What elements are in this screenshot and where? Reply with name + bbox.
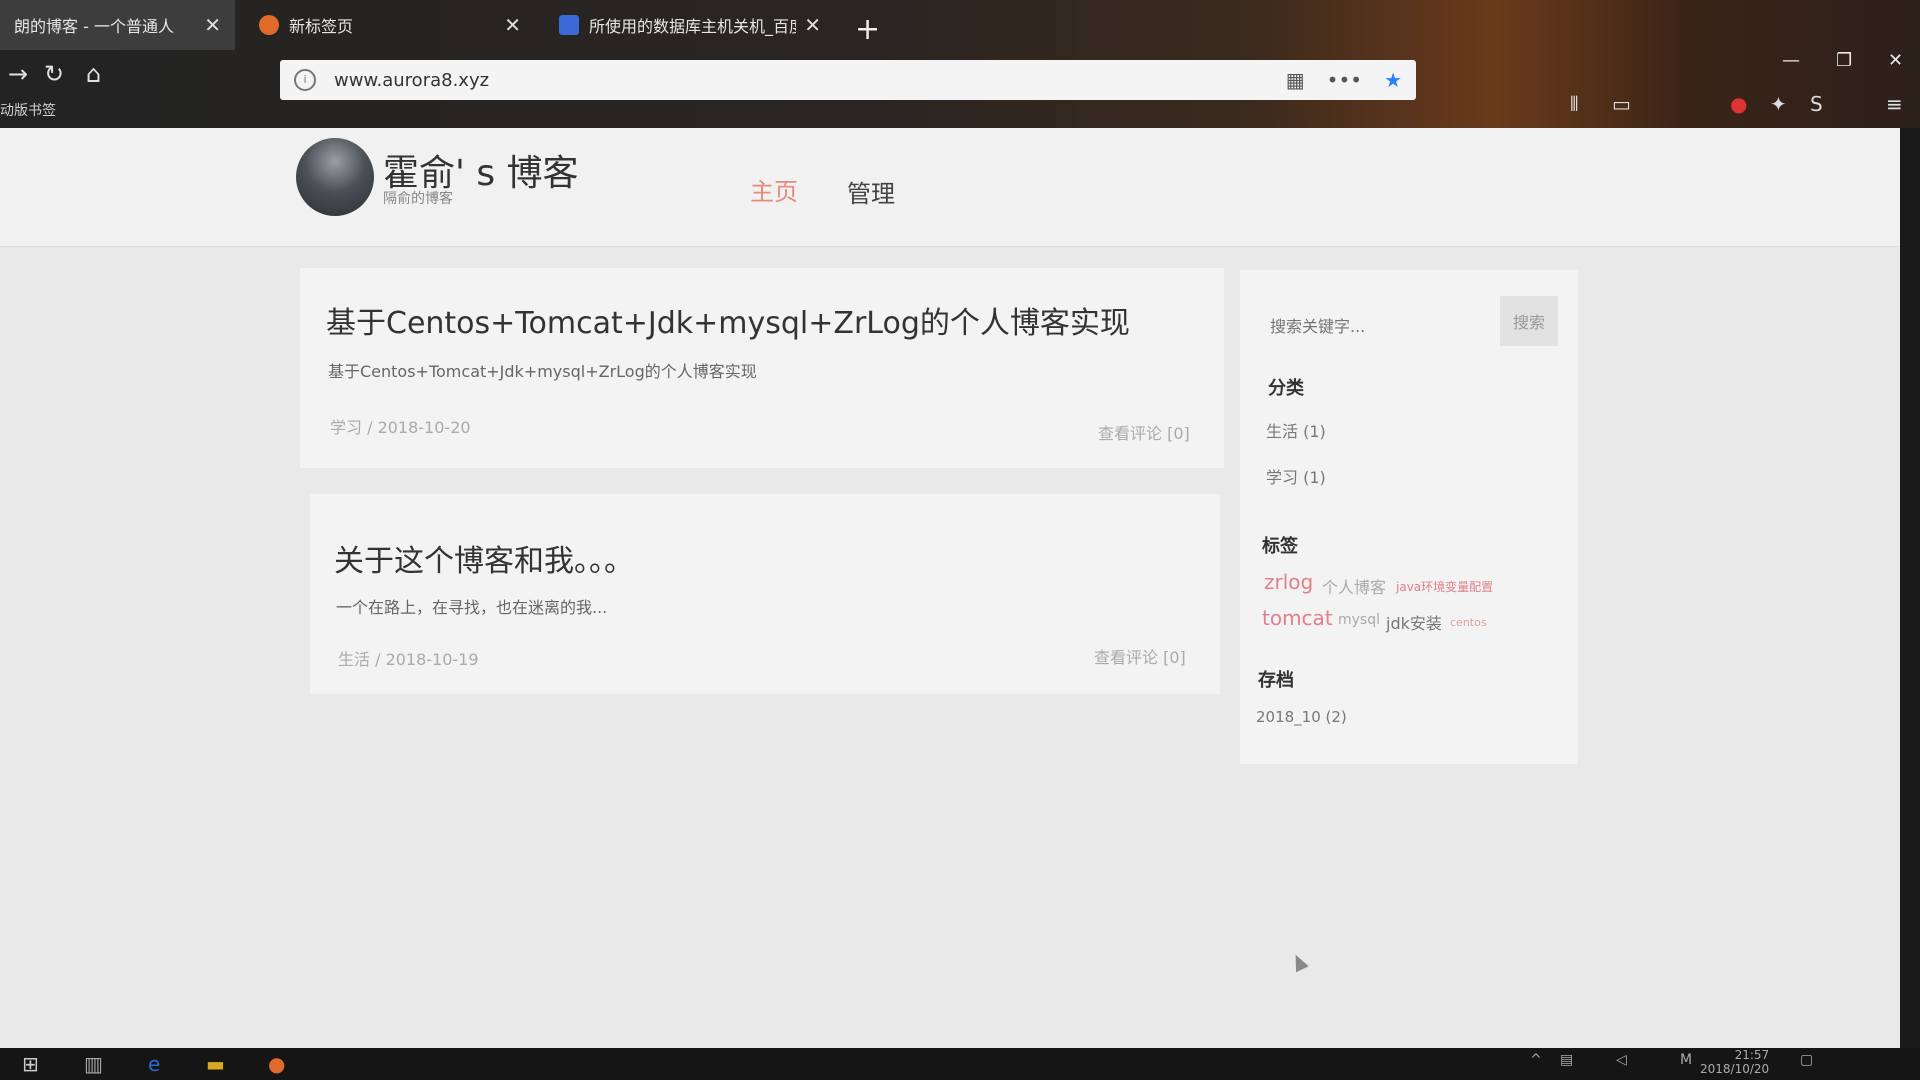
notification-icon[interactable]: ▢ [1800, 1052, 1813, 1068]
archive-heading: 存档 [1258, 670, 1294, 691]
tag-link[interactable]: jdk安装 [1386, 610, 1442, 634]
avatar[interactable] [296, 138, 374, 216]
close-window-icon[interactable]: ✕ [1888, 50, 1903, 71]
post-meta: 学习 / 2018-10-20 [330, 418, 471, 437]
volume-icon[interactable]: ◁ [1616, 1052, 1627, 1068]
menu-icon[interactable]: ≡ [1886, 92, 1903, 116]
firefox-taskbar-icon[interactable]: ● [268, 1052, 285, 1076]
search-input[interactable] [1268, 310, 1502, 342]
tag-link[interactable]: centos [1450, 616, 1487, 629]
library-icon[interactable]: ⫴ [1570, 92, 1578, 116]
post-title-link[interactable]: 关于这个博客和我。。。 [334, 536, 634, 580]
addon-icon[interactable]: ● [1730, 92, 1747, 116]
info-icon[interactable]: i [294, 69, 316, 91]
clock-time: 21:57 [1734, 1048, 1770, 1062]
windows-taskbar: ⊞ ▥ e ▬ ● ^ ▤ ◁ M 21:57 2018/10/20 ▢ [0, 1048, 1920, 1080]
tab-title: 所使用的数据库主机关机_百度 [589, 17, 797, 36]
nav-admin-link[interactable]: 管理 [847, 174, 895, 209]
forward-icon[interactable]: → [8, 60, 28, 88]
post-meta: 生活 / 2018-10-19 [338, 650, 479, 669]
mouse-cursor [1289, 951, 1309, 973]
site-header: 霍俞' s 博客 隔俞的博客 主页 管理 [0, 128, 1900, 247]
qr-code-icon[interactable]: ▦ [1286, 68, 1305, 92]
post-excerpt: 一个在路上，在寻找，也在迷离的我... [336, 598, 608, 617]
category-link[interactable]: 生活 (1) [1266, 418, 1326, 442]
tags-heading: 标签 [1262, 536, 1298, 557]
restore-icon[interactable]: ❐ [1836, 50, 1852, 71]
browser-tab[interactable]: 所使用的数据库主机关机_百度 ✕ [545, 0, 835, 50]
tag-link[interactable]: java环境变量配置 [1396, 578, 1493, 595]
tab-title: 新标签页 [289, 17, 354, 36]
post-comments-link[interactable]: 查看评论 [0] [1094, 644, 1186, 668]
sync-icon[interactable]: S [1810, 92, 1823, 116]
file-explorer-icon[interactable]: ▬ [206, 1052, 225, 1076]
tray-chevron-icon[interactable]: ^ [1530, 1052, 1542, 1068]
sidebar-icon[interactable]: ▭ [1612, 92, 1631, 116]
close-tab-icon[interactable]: ✕ [504, 13, 521, 37]
firefox-icon [259, 15, 279, 35]
input-method-icon[interactable]: M [1680, 1052, 1692, 1068]
close-tab-icon[interactable]: ✕ [804, 13, 821, 37]
more-icon[interactable]: ••• [1327, 68, 1362, 92]
categories-heading: 分类 [1268, 378, 1304, 399]
baidu-icon [559, 15, 579, 35]
minimize-icon[interactable]: — [1782, 50, 1800, 71]
post-title-link[interactable]: 基于Centos+Tomcat+Jdk+mysql+ZrLog的个人博客实现 [326, 298, 1130, 342]
address-bar[interactable]: i www.aurora8.xyz ▦ ••• ★ [280, 60, 1416, 100]
browser-tab[interactable]: 朗的博客 - 一个普通人 ✕ [0, 0, 235, 50]
windows-start-icon[interactable]: ⊞ [22, 1052, 39, 1076]
post-card: 基于Centos+Tomcat+Jdk+mysql+ZrLog的个人博客实现 基… [300, 268, 1224, 468]
close-tab-icon[interactable]: ✕ [204, 13, 221, 37]
clock-date: 2018/10/20 [1700, 1062, 1770, 1076]
archive-link[interactable]: 2018_10 (2) [1256, 708, 1347, 726]
url-text[interactable]: www.aurora8.xyz [334, 70, 1264, 91]
reload-icon[interactable]: ↻ [44, 60, 64, 88]
sidebar: 搜索 分类 生活 (1) 学习 (1) 标签 zrlog 个人博客 java环境… [1240, 270, 1578, 764]
post-card: 关于这个博客和我。。。 一个在路上，在寻找，也在迷离的我... 生活 / 201… [310, 494, 1220, 694]
tag-link[interactable]: 个人博客 [1322, 574, 1386, 598]
tag-link[interactable]: zrlog [1264, 570, 1313, 594]
search-button[interactable]: 搜索 [1500, 296, 1558, 346]
web-page: 霍俞' s 博客 隔俞的博客 主页 管理 基于Centos+Tomcat+Jdk… [0, 128, 1900, 1048]
tag-link[interactable]: tomcat [1262, 606, 1333, 630]
bookmark-star-icon[interactable]: ★ [1384, 68, 1402, 92]
post-excerpt: 基于Centos+Tomcat+Jdk+mysql+ZrLog的个人博客实现 [328, 362, 757, 381]
tab-title: 朗的博客 - 一个普通人 [14, 17, 174, 36]
post-comments-link[interactable]: 查看评论 [0] [1098, 420, 1190, 444]
home-icon[interactable]: ⌂ [86, 60, 101, 88]
new-tab-button[interactable]: + [855, 12, 880, 47]
tag-link[interactable]: mysql [1338, 612, 1380, 628]
bookmarks-label[interactable]: 动版书签 [0, 100, 56, 120]
browser-tab[interactable]: 新标签页 ✕ [245, 0, 535, 50]
task-view-icon[interactable]: ▥ [84, 1052, 103, 1076]
network-icon[interactable]: ▤ [1560, 1052, 1573, 1068]
edge-icon[interactable]: e [148, 1052, 160, 1076]
browser-chrome: 朗的博客 - 一个普通人 ✕ 新标签页 ✕ 所使用的数据库主机关机_百度 ✕ +… [0, 0, 1920, 128]
extension-icon[interactable]: ✦ [1770, 92, 1787, 116]
category-link[interactable]: 学习 (1) [1266, 464, 1326, 488]
nav-home-link[interactable]: 主页 [750, 172, 798, 207]
clock[interactable]: 21:57 2018/10/20 [1700, 1048, 1769, 1076]
site-subtitle: 隔俞的博客 [383, 191, 453, 207]
